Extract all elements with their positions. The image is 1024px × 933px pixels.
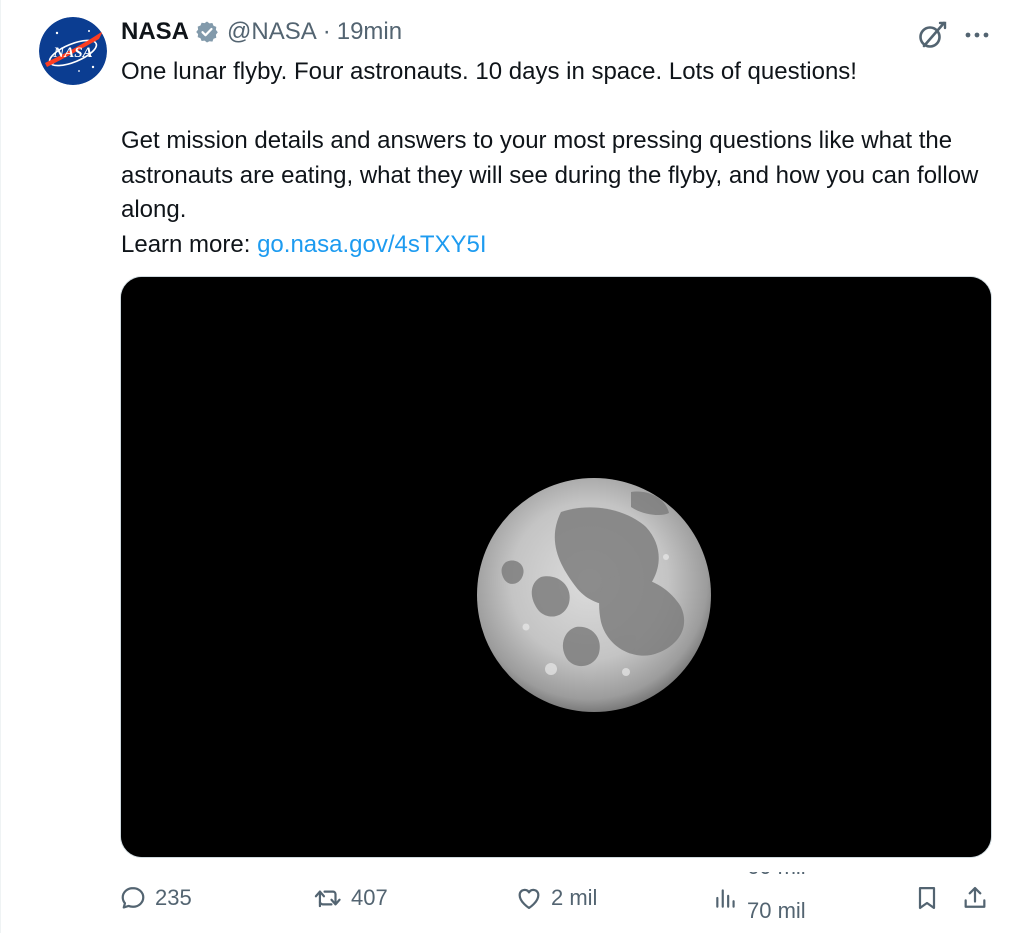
reply-count: 235 <box>155 885 192 910</box>
analytics-icon <box>716 889 735 908</box>
tweet-link[interactable]: go.nasa.gov/4sTXY5I <box>257 231 486 258</box>
tweet-paragraph-2: Get mission details and answers to your … <box>121 127 979 223</box>
avatar[interactable]: NASA <box>39 17 107 85</box>
nasa-logo-icon: NASA <box>39 17 107 85</box>
avatar-text: NASA <box>52 45 92 61</box>
share-button[interactable] <box>961 872 989 924</box>
tweet-line-1: One lunar flyby. Four astronauts. 10 day… <box>121 58 857 85</box>
views-count-previous: 60 mil <box>747 872 806 880</box>
grok-icon[interactable] <box>915 18 949 52</box>
more-icon[interactable] <box>961 22 993 48</box>
tweet-timestamp[interactable]: 19min <box>337 18 402 46</box>
reply-icon <box>121 886 145 909</box>
bookmark-icon <box>918 886 936 910</box>
header-separator: · <box>322 18 331 45</box>
learn-more-label: Learn more: <box>121 230 258 258</box>
like-button[interactable]: 2 mil <box>515 872 597 924</box>
retweet-count: 407 <box>351 885 388 910</box>
tweet-media-image[interactable] <box>120 276 992 858</box>
bookmark-button[interactable] <box>913 872 941 924</box>
retweet-button[interactable]: 407 <box>313 872 388 924</box>
action-bar: 235 407 2 mil 60 mil 70 mil <box>1 872 1024 924</box>
moon-image <box>121 277 991 857</box>
retweet-icon <box>314 890 341 908</box>
verified-badge-icon <box>195 20 219 44</box>
tweet-header: NASA @NASA · 19min <box>121 16 402 48</box>
heart-icon <box>518 888 540 910</box>
tweet-text: One lunar flyby. Four astronauts. 10 day… <box>121 55 1001 262</box>
views-count-ticker: 60 mil 70 mil <box>747 872 827 924</box>
like-count: 2 mil <box>551 885 598 910</box>
share-icon <box>964 886 986 908</box>
author-handle[interactable]: @NASA <box>227 18 317 46</box>
author-name[interactable]: NASA <box>121 18 189 46</box>
tweet-learn-more: Learn more: go.nasa.gov/4sTXY5I <box>121 228 1001 263</box>
views-count: 70 mil <box>747 898 806 923</box>
reply-button[interactable]: 235 <box>119 872 192 924</box>
tweet: NASA NASA @NASA · 19min One lunar flyby.… <box>0 0 1024 933</box>
views-button[interactable]: 60 mil 70 mil <box>713 872 827 924</box>
